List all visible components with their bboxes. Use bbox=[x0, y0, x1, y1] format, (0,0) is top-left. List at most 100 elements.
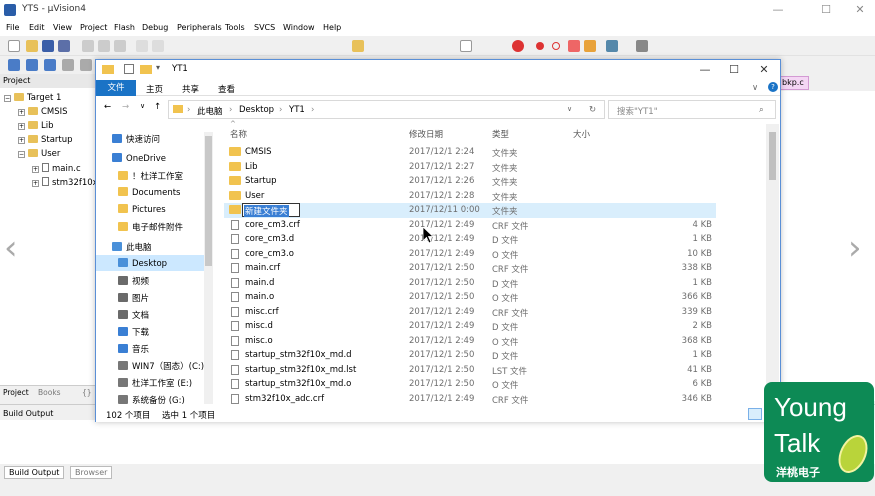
file-list-scrollbar[interactable] bbox=[766, 124, 779, 406]
details-view-icon[interactable] bbox=[748, 408, 762, 420]
close-icon[interactable]: ✕ bbox=[846, 2, 874, 18]
help-icon[interactable]: ? bbox=[768, 82, 778, 92]
next-arrow-icon[interactable]: › bbox=[848, 228, 862, 268]
file-row[interactable]: core_cm3.d 2017/12/1 2:49 D 文件 1 KB bbox=[224, 232, 716, 247]
nav-item[interactable]: 电子邮件附件 bbox=[96, 218, 204, 234]
forward-icon[interactable]: → bbox=[122, 102, 129, 112]
nav-item[interactable]: 此电脑 bbox=[96, 238, 204, 254]
minimize-icon[interactable]: — bbox=[764, 2, 792, 18]
pane-tab[interactable]: Books bbox=[38, 388, 61, 397]
download-icon[interactable] bbox=[80, 59, 92, 71]
build-icon[interactable] bbox=[26, 59, 38, 71]
save-icon[interactable] bbox=[42, 40, 54, 52]
menu-item[interactable]: File bbox=[6, 23, 19, 32]
menu-item[interactable]: Peripherals bbox=[177, 23, 222, 32]
file-row[interactable]: misc.o 2017/12/1 2:49 O 文件 368 KB bbox=[224, 334, 716, 349]
paste-icon[interactable] bbox=[114, 40, 126, 52]
kill-breakpoints-icon[interactable] bbox=[568, 40, 580, 52]
search-input[interactable]: 搜索"YT1" ⌕ bbox=[608, 100, 776, 119]
tools-icon[interactable] bbox=[636, 40, 648, 52]
cut-icon[interactable] bbox=[82, 40, 94, 52]
rebuild-icon[interactable] bbox=[44, 59, 56, 71]
bottom-tab[interactable]: Browser bbox=[70, 466, 113, 479]
file-row[interactable]: core_cm3.crf 2017/12/1 2:49 CRF 文件 4 KB bbox=[224, 218, 716, 233]
address-crumb-2[interactable]: YT1 bbox=[289, 105, 305, 115]
column-date[interactable]: 修改日期 bbox=[409, 128, 443, 140]
file-row[interactable]: main.d 2017/12/1 2:50 D 文件 1 KB bbox=[224, 276, 716, 291]
nav-item[interactable]: 系统备份 (G:) bbox=[96, 391, 204, 407]
tree-folder[interactable]: + Lib bbox=[18, 121, 54, 131]
quick-access-dropdown-icon[interactable]: ▾ bbox=[156, 63, 160, 72]
nav-item[interactable]: OneDrive bbox=[96, 150, 204, 166]
tree-folder[interactable]: + Startup bbox=[18, 135, 73, 145]
explorer-close-icon[interactable]: ✕ bbox=[750, 62, 778, 78]
editor-tab[interactable]: bkp.c bbox=[779, 76, 809, 90]
options-icon[interactable] bbox=[584, 40, 596, 52]
bottom-tab[interactable]: Build Output bbox=[4, 466, 65, 479]
nav-item[interactable]: ！杜洋工作室 bbox=[96, 167, 204, 183]
menu-item[interactable]: Project bbox=[80, 23, 107, 32]
combo-icon[interactable] bbox=[460, 40, 472, 52]
ribbon-file-tab[interactable]: 文件 bbox=[96, 80, 136, 96]
file-row[interactable]: Startup 2017/12/1 2:26 文件夹 bbox=[224, 174, 716, 189]
expand-toggle-icon[interactable]: + bbox=[18, 109, 25, 116]
ribbon-view-tab[interactable]: 查看 bbox=[218, 83, 235, 95]
batch-build-icon[interactable] bbox=[62, 59, 74, 71]
menu-item[interactable]: View bbox=[53, 23, 72, 32]
tree-folder[interactable]: + CMSIS bbox=[18, 107, 68, 117]
pane-tab[interactable]: Project bbox=[3, 388, 29, 397]
nav-item[interactable]: WIN7（固态）(C:) bbox=[96, 357, 204, 373]
file-row[interactable]: misc.d 2017/12/1 2:49 D 文件 2 KB bbox=[224, 319, 716, 334]
file-row[interactable]: startup_stm32f10x_md.d 2017/12/1 2:50 D 文件… bbox=[224, 348, 716, 363]
recent-icon[interactable]: ∨ bbox=[140, 102, 145, 110]
menu-item[interactable]: Edit bbox=[29, 23, 45, 32]
address-dropdown-icon[interactable]: ∨ bbox=[567, 105, 572, 113]
redo-icon[interactable] bbox=[152, 40, 164, 52]
file-row[interactable]: stm32f10x_adc.crf 2017/12/1 2:49 CRF 文件 346… bbox=[224, 392, 716, 407]
ribbon-share-tab[interactable]: 共享 bbox=[182, 83, 199, 95]
nav-item[interactable]: 快速访问 bbox=[96, 130, 204, 146]
expand-toggle-icon[interactable]: + bbox=[18, 123, 25, 130]
nav-item[interactable]: 视频 bbox=[96, 272, 204, 288]
expand-toggle-icon[interactable]: − bbox=[18, 151, 25, 158]
new-file-icon[interactable] bbox=[8, 40, 20, 52]
file-row[interactable]: Lib 2017/12/1 2:27 文件夹 bbox=[224, 160, 716, 175]
nav-item[interactable]: 下载 bbox=[96, 323, 204, 339]
nav-item[interactable]: 图片 bbox=[96, 289, 204, 305]
file-row[interactable]: main.crf 2017/12/1 2:50 CRF 文件 338 KB bbox=[224, 261, 716, 276]
tree-file[interactable]: + main.c bbox=[32, 163, 81, 174]
nav-item[interactable]: 杜洋工作室 (E:) bbox=[96, 374, 204, 390]
rename-input[interactable]: 新建文件夹 bbox=[242, 203, 300, 217]
expand-toggle-icon[interactable]: − bbox=[4, 95, 11, 102]
menu-item[interactable]: Tools bbox=[225, 23, 245, 32]
nav-item[interactable]: 音乐 bbox=[96, 340, 204, 356]
column-type[interactable]: 类型 bbox=[492, 128, 509, 140]
address-bar[interactable]: › 此电脑 › Desktop › YT1 › ∨ ↻ bbox=[168, 100, 605, 119]
expand-toggle-icon[interactable]: + bbox=[32, 180, 39, 187]
tree-file[interactable]: + stm32f10x bbox=[32, 177, 98, 188]
nav-item[interactable]: 文档 bbox=[96, 306, 204, 322]
ribbon-expand-icon[interactable]: ∨ bbox=[752, 83, 758, 93]
build-output-area[interactable] bbox=[0, 420, 875, 464]
expand-toggle-icon[interactable]: + bbox=[18, 137, 25, 144]
translate-icon[interactable] bbox=[8, 59, 20, 71]
menu-item[interactable]: SVCS bbox=[254, 23, 275, 32]
address-crumb-1[interactable]: Desktop bbox=[239, 105, 274, 115]
back-icon[interactable]: ← bbox=[104, 102, 111, 112]
file-list-scroll-thumb[interactable] bbox=[769, 132, 776, 180]
file-row[interactable]: 新建文件夹 2017/12/11 0:00 文件夹 bbox=[224, 203, 716, 218]
file-row[interactable]: User 2017/12/1 2:28 文件夹 bbox=[224, 189, 716, 204]
file-row[interactable]: startup_stm32f10x_md.o 2017/12/1 2:50 O 文件… bbox=[224, 377, 716, 392]
file-row[interactable]: core_cm3.o 2017/12/1 2:49 O 文件 10 KB bbox=[224, 247, 716, 262]
ribbon-home-tab[interactable]: 主页 bbox=[146, 83, 163, 95]
window-layout-icon[interactable] bbox=[606, 40, 618, 52]
refresh-icon[interactable]: ↻ bbox=[589, 105, 596, 115]
up-icon[interactable]: ↑ bbox=[154, 102, 161, 112]
column-name[interactable]: 名称 bbox=[230, 128, 247, 140]
pane-tab[interactable]: {} bbox=[82, 388, 92, 397]
nav-scrollbar[interactable] bbox=[204, 132, 213, 404]
copy-icon[interactable] bbox=[98, 40, 110, 52]
debug-start-icon[interactable] bbox=[512, 40, 524, 52]
column-size[interactable]: 大小 bbox=[573, 128, 590, 140]
file-row[interactable]: CMSIS 2017/12/1 2:24 文件夹 bbox=[224, 145, 716, 160]
